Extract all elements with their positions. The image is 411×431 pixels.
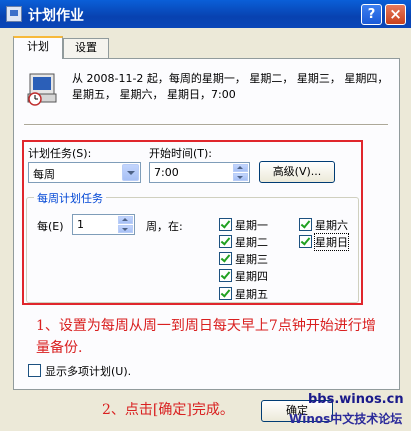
schedule-summary: 从 2008-11-2 起，每周的星期一， 星期二， 星期三， 星期四， 星期五… [72, 72, 389, 101]
highlight-box [22, 140, 363, 305]
watermark-site: Winos中文技术论坛 [289, 412, 403, 426]
checkbox-show-multiple[interactable] [28, 364, 41, 377]
tab-settings[interactable]: 设置 [63, 38, 109, 58]
title-bar[interactable]: 计划作业 ? × [0, 0, 411, 28]
annotation-step-1: 1、设置为每周从周一到周日每天早上7点钟开始进行增量备份. [36, 318, 376, 356]
show-multiple-label: 显示多项计划(U). [45, 365, 132, 378]
separator [24, 124, 388, 126]
scheduled-task-icon [27, 73, 57, 106]
tab-schedule[interactable]: 计划 [13, 36, 63, 59]
window-icon [6, 6, 22, 22]
annotation-step-2: 2、点击[确定]完成。 [102, 402, 234, 418]
window-title: 计划作业 [28, 8, 84, 24]
help-button[interactable]: ? [361, 4, 382, 25]
close-button[interactable]: × [385, 4, 406, 25]
watermark-url: bbs.winos.cn [308, 392, 404, 407]
